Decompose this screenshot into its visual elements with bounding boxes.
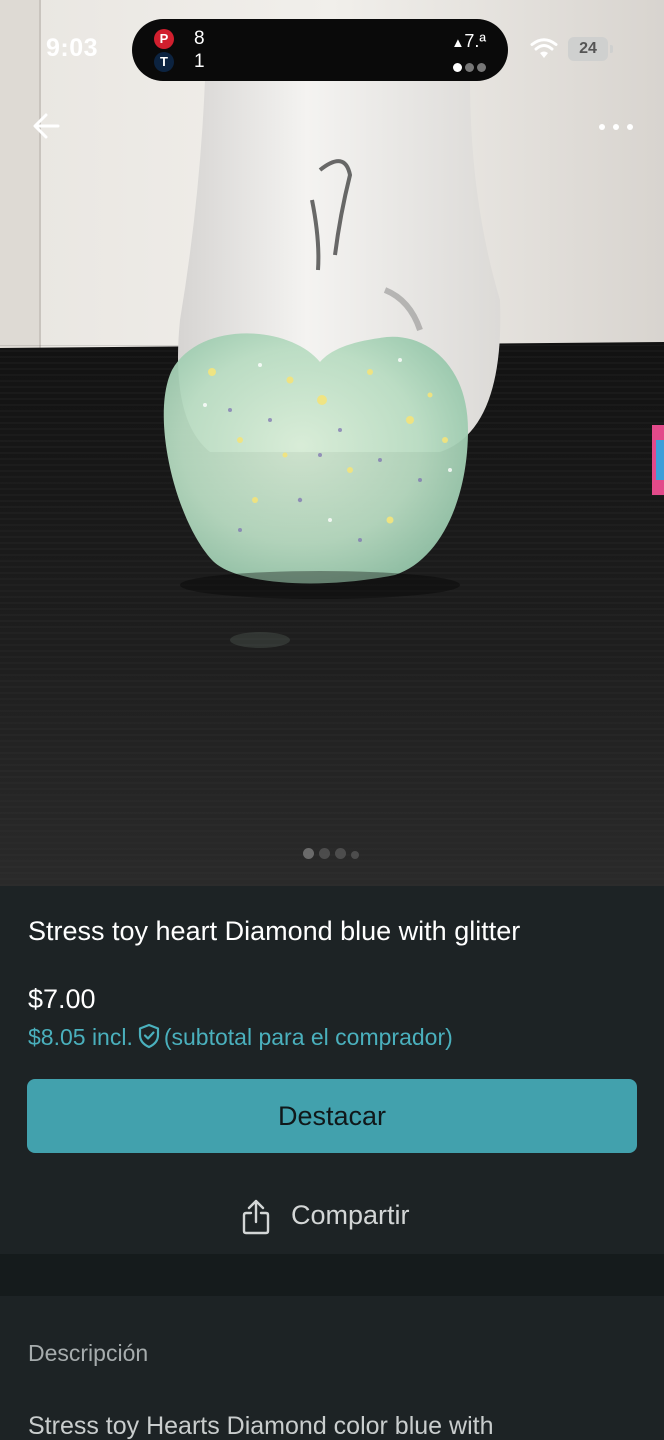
price-incl-amount: $8.05 incl. (28, 1024, 133, 1050)
team-a-score: 8 (194, 28, 205, 49)
share-icon (242, 1199, 270, 1235)
price-incl-note: (subtotal para el comprador) (163, 1024, 453, 1050)
description-section: Descripción Stress toy Hearts Diamond co… (0, 1296, 664, 1440)
carousel-dot[interactable] (319, 848, 330, 859)
carousel-pager[interactable] (303, 846, 364, 864)
product-title: Stress toy heart Diamond blue with glitt… (28, 916, 521, 946)
description-heading: Descripción (28, 1340, 149, 1366)
outs-indicator (450, 59, 486, 77)
inning-label: 7.ª (464, 31, 486, 51)
battery-indicator: 24 (568, 37, 613, 61)
twins-logo-icon: T (154, 52, 174, 72)
carousel-dot[interactable] (303, 848, 314, 859)
status-time: 9:03 (46, 34, 99, 62)
section-divider (0, 1254, 664, 1296)
live-activity-score[interactable]: P T 8 1 ▲7.ª (132, 19, 508, 81)
inning-indicator: ▲7.ª (451, 31, 486, 52)
phillies-logo-icon: P (154, 29, 174, 49)
product-photo-image (0, 0, 664, 886)
share-label: Compartir (291, 1200, 410, 1230)
product-price: $7.00 (28, 984, 96, 1014)
wifi-icon (530, 38, 558, 58)
carousel-dot[interactable] (335, 848, 346, 859)
product-info-panel: Stress toy heart Diamond blue with glitt… (0, 886, 664, 1254)
more-horizontal-icon[interactable] (594, 112, 638, 142)
status-bar: 9:03 P T 8 1 ▲7.ª 24 (0, 0, 664, 100)
arrow-left-icon[interactable] (28, 108, 68, 144)
inning-arrow-icon: ▲ (451, 35, 465, 50)
carousel-dot[interactable] (351, 851, 359, 859)
boost-button[interactable]: Destacar (27, 1079, 637, 1153)
team-b-score: 1 (194, 51, 205, 72)
description-body: Stress toy Hearts Diamond color blue wit… (28, 1412, 494, 1440)
price-incl-buyer-protection[interactable]: $8.05 incl. (subtotal para el comprador) (28, 1023, 453, 1051)
shield-check-icon (138, 1023, 159, 1049)
product-photo[interactable]: 9:03 P T 8 1 ▲7.ª 24 (0, 0, 664, 886)
